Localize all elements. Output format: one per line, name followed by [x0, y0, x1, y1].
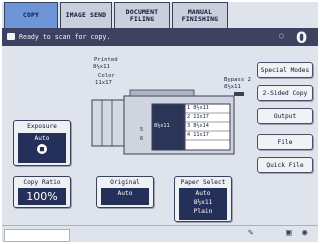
finisher-unit — [91, 99, 125, 147]
quick-file-button[interactable]: Quick File — [257, 157, 313, 173]
document-icon — [7, 33, 15, 40]
tray-5-label: 5 — [140, 127, 144, 133]
paper-select-button[interactable]: Paper Select Auto 8½x11 Plain — [174, 176, 232, 222]
large-tray-size[interactable]: 8½x11 — [154, 122, 170, 131]
pen-icon[interactable]: ✎ — [248, 228, 253, 238]
paper-select-value: Auto 8½x11 Plain — [179, 188, 227, 220]
tab-document-filing-label: DOCUMENT FILING — [125, 7, 159, 23]
tab-image-send[interactable]: IMAGE SEND — [60, 2, 112, 28]
tab-manual-finishing-label: MANUAL FINISHING — [181, 7, 219, 23]
exposure-title: Exposure — [27, 123, 57, 130]
scanner-top — [129, 89, 195, 97]
copy-ratio-title: Copy Ratio — [23, 179, 61, 186]
file-button[interactable]: File — [257, 134, 313, 150]
copier-screen: COPY IMAGE SEND DOCUMENT FILING MANUAL F… — [2, 2, 318, 242]
paper-select-title: Paper Select — [180, 179, 226, 186]
status-message: Ready to scan for copy. — [19, 33, 111, 41]
bypass-tray — [234, 92, 244, 96]
tab-manual-finishing[interactable]: MANUAL FINISHING — [172, 2, 228, 28]
tray-4[interactable]: 4 11x17 — [187, 131, 209, 140]
tray-6-label: 6 — [140, 136, 144, 142]
tray-3[interactable]: 3 8½x14 — [187, 122, 209, 131]
original-value: Auto — [101, 188, 149, 205]
tab-copy[interactable]: COPY — [4, 2, 58, 28]
exposure-button[interactable]: Exposure Auto ■ — [13, 120, 71, 166]
copy-ratio-value: 100% — [18, 188, 66, 205]
original-button[interactable]: Original Auto — [96, 176, 154, 208]
tray-2[interactable]: 2 11x17 — [187, 113, 209, 122]
tray-status-icon: ◌ — [279, 31, 284, 40]
original-title: Original — [110, 179, 140, 186]
message-bar: Ready to scan for copy. ◌ 0 — [2, 28, 318, 47]
special-modes-button[interactable]: Special Modes — [257, 62, 313, 78]
tray-1[interactable]: 1 8½x11 — [187, 104, 209, 113]
copy-quantity: 0 — [296, 28, 308, 47]
job-status-field — [4, 229, 70, 242]
exposure-icon: ■ — [37, 144, 47, 154]
copy-ratio-button[interactable]: Copy Ratio 100% — [13, 176, 71, 208]
lock-icon[interactable]: ▣ — [286, 228, 291, 238]
output-button[interactable]: Output — [257, 108, 313, 124]
settings-icon[interactable]: ◉ — [302, 228, 307, 238]
tab-document-filing[interactable]: DOCUMENT FILING — [114, 2, 170, 28]
two-sided-copy-button[interactable]: 2-Sided Copy — [257, 85, 313, 101]
bottom-bar: ✎ ▣ ◉ — [2, 225, 318, 242]
exposure-value: Auto ■ — [18, 133, 66, 163]
